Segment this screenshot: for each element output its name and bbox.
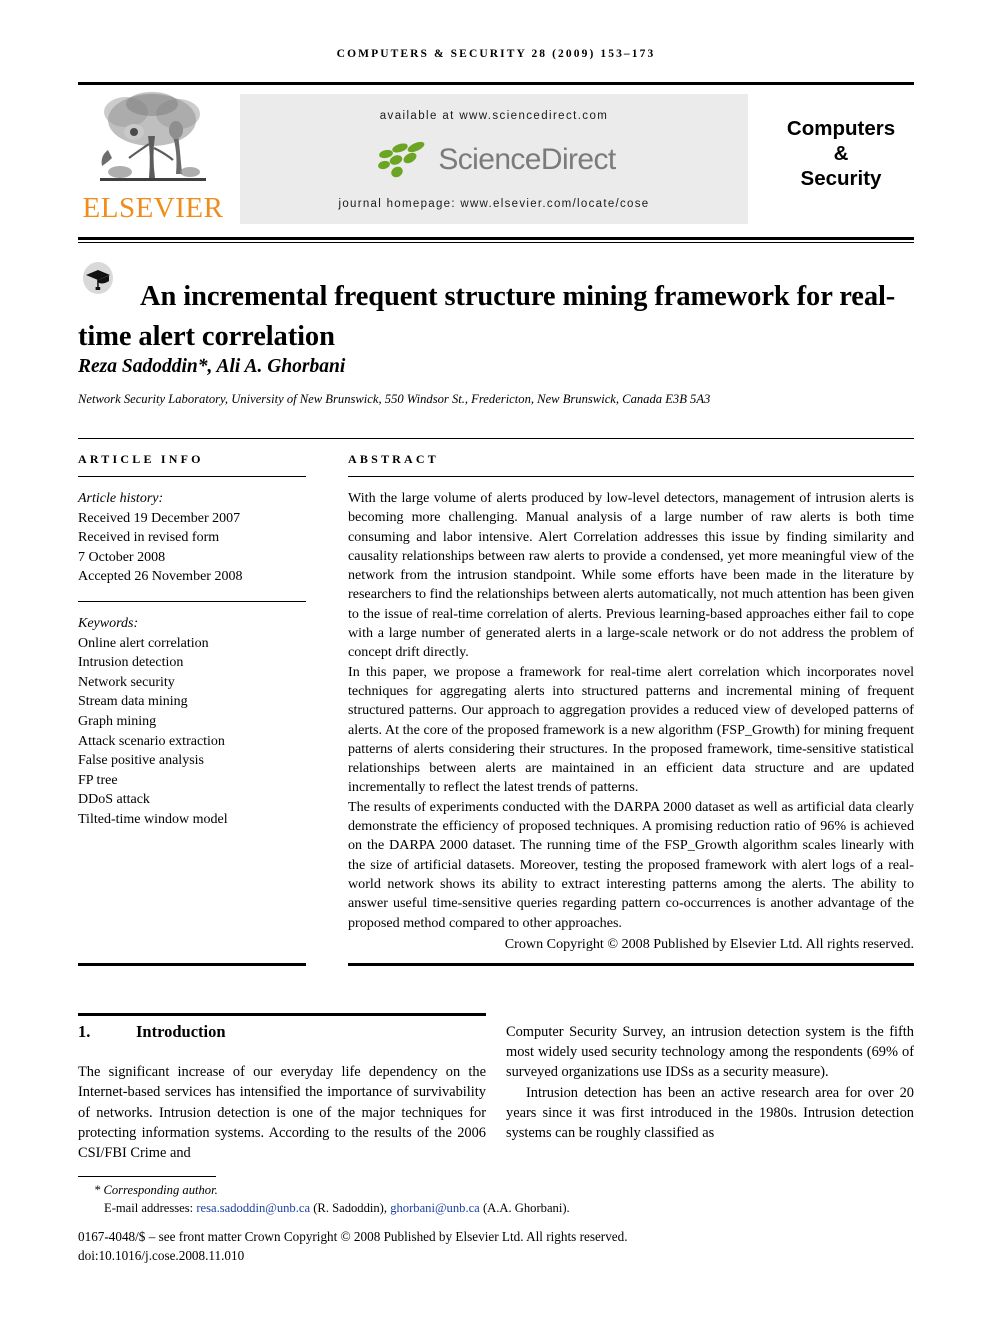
journal-title-line-2: & [833, 142, 849, 165]
email-link-1[interactable]: resa.sadoddin@unb.ca [196, 1201, 310, 1215]
article-history-label: Article history: [78, 491, 164, 506]
section-heading: 1. Introduction [78, 1022, 486, 1042]
keyword-item: Online alert correlation [78, 635, 209, 651]
abstract-heading: ABSTRACT [348, 452, 439, 466]
email-name-1: (R. Sadoddin), [313, 1200, 388, 1215]
keyword-item: DDoS attack [78, 792, 150, 808]
journal-title-line-3: Security [800, 167, 882, 190]
keyword-item: Attack scenario extraction [78, 733, 225, 749]
available-at-text: available at www.sciencedirect.com [379, 110, 609, 122]
keywords-divider [78, 600, 306, 602]
sciencedirect-panel: available at www.sciencedirect.com Scien… [240, 94, 748, 224]
journal-title-line-1: Computers [786, 117, 896, 140]
body-paragraph: Intrusion detection has been an active r… [506, 1084, 914, 1142]
info-section-top-rule [78, 438, 914, 439]
doi-line: doi:10.1016/j.cose.2008.11.010 [78, 1247, 245, 1263]
sciencedirect-logo: ScienceDirect [240, 136, 748, 184]
imprint-block: 0167-4048/$ – see front matter Crown Cop… [78, 1228, 938, 1265]
paper-page: Computers & Security 28 (2009) 153–173 [0, 0, 992, 1323]
body-column-left: 1. Introduction The significant increase … [78, 1022, 486, 1163]
abstract-paragraph: With the large volume of alerts produced… [348, 490, 914, 661]
journal-homepage-text: journal homepage: www.elsevier.com/locat… [338, 198, 650, 210]
author-list: Reza Sadoddin*, Ali A. Ghorbani [78, 356, 346, 377]
keyword-item: Intrusion detection [78, 655, 184, 671]
keyword-item: Network security [78, 674, 175, 690]
keywords-label: Keywords: [78, 615, 139, 631]
keyword-item: Graph mining [78, 713, 157, 729]
section-number: 1. [78, 1022, 91, 1041]
email-label: E-mail addresses: [104, 1200, 194, 1215]
section-title-text: Introduction [136, 1022, 226, 1041]
running-head: Computers & Security 28 (2009) 153–173 [336, 48, 656, 60]
keyword-item: Tilted-time window model [78, 811, 228, 827]
title-line-1: An incremental frequent structure mining… [140, 281, 790, 313]
history-item: 7 October 2008 [78, 549, 166, 565]
abstract-copyright: Crown Copyright © 2008 Published by Else… [504, 935, 914, 952]
body-column-right: Computer Security Survey, an intrusion d… [506, 1022, 914, 1143]
journal-title-block: Computers & Security [768, 88, 914, 236]
keywords-list: Keywords: Online alert correlation Intru… [78, 614, 306, 830]
footnote-rule [78, 1176, 216, 1177]
history-item: Received in revised form [78, 530, 220, 546]
footnote-block: * Corresponding author. E-mail addresses… [78, 1182, 918, 1217]
masthead-bottom-rule-thin [78, 242, 914, 243]
abstract-column-bottom-rule [348, 963, 914, 966]
article-info-heading: ARTICLE INFO [78, 452, 204, 466]
article-info-divider [78, 476, 306, 477]
abstract-paragraph: The results of experiments conducted wit… [348, 798, 914, 931]
sciencedirect-leaf-icon [378, 141, 425, 178]
body-paragraph: Computer Security Survey, an intrusion d… [506, 1024, 914, 1081]
journal-masthead: ELSEVIER available at www.sciencedirect.… [78, 88, 914, 236]
keyword-item: Stream data mining [78, 694, 188, 710]
article-info-column: ARTICLE INFO Article history: Received 1… [78, 452, 306, 830]
article-history: Article history: Received 19 December 20… [78, 489, 306, 587]
elsevier-wordmark: ELSEVIER [82, 192, 224, 224]
corresponding-author-note: * Corresponding author. [94, 1183, 218, 1197]
elsevier-tree-icon [100, 92, 206, 181]
email-addresses-line: E-mail addresses: resa.sadoddin@unb.ca (… [78, 1200, 918, 1218]
info-column-bottom-rule [78, 963, 306, 966]
page-title: An incremental frequent structure mining… [78, 277, 918, 357]
elsevier-logo-block: ELSEVIER [78, 88, 228, 236]
body-paragraph: The significant increase of our everyday… [78, 1064, 486, 1162]
abstract-body: With the large volume of alerts produced… [348, 489, 914, 933]
sciencedirect-wordmark: ScienceDirect [438, 143, 616, 176]
email-name-2: (A.A. Ghorbani). [482, 1200, 570, 1215]
masthead-top-rule [78, 82, 914, 85]
body-section-top-rule [78, 1013, 486, 1016]
abstract-paragraph: In this paper, we propose a framework fo… [348, 663, 914, 796]
issn-copyright-line: 0167-4048/$ – see front matter Crown Cop… [78, 1229, 628, 1244]
masthead-bottom-rule [78, 237, 914, 240]
email-link-2[interactable]: ghorbani@unb.ca [390, 1201, 480, 1215]
abstract-column: ABSTRACT With the large volume of alerts… [348, 452, 914, 954]
history-item: Received 19 December 2007 [78, 510, 241, 526]
affiliation: Network Security Laboratory, University … [78, 392, 711, 406]
keyword-item: False positive analysis [78, 753, 204, 769]
keyword-item: FP tree [78, 772, 118, 788]
abstract-divider [348, 476, 914, 477]
history-item: Accepted 26 November 2008 [78, 569, 243, 585]
